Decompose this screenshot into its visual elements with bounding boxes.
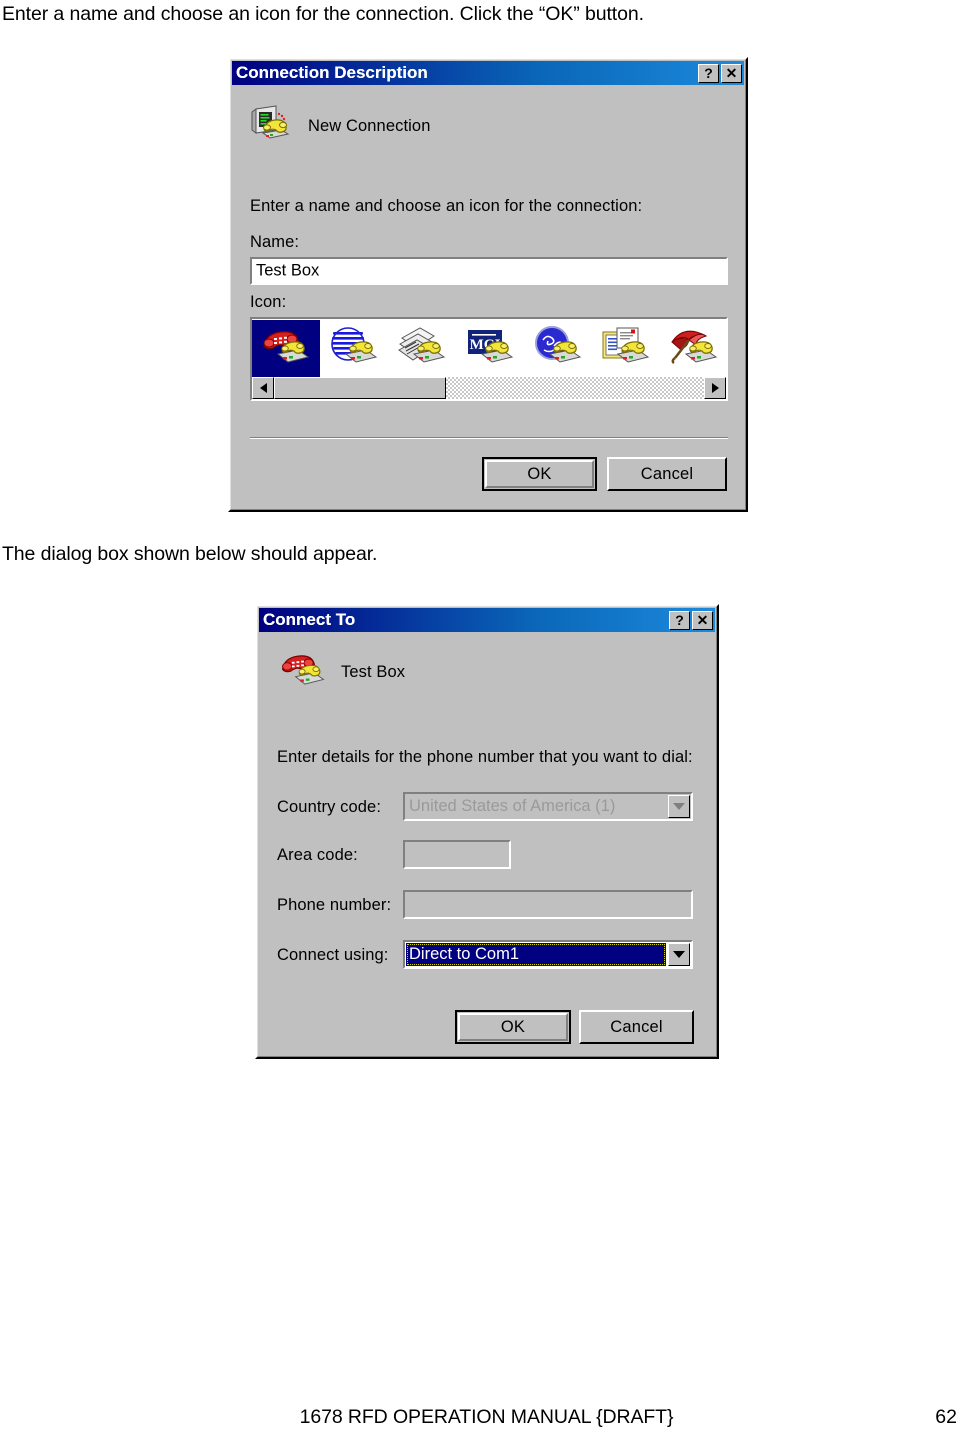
connect-using-combobox[interactable]: Direct to Com1 [403,940,693,969]
help-button[interactable]: ? [698,63,719,83]
icon-option-blue-striped-globe[interactable] [320,320,388,378]
icon-option-mci-logo[interactable]: MCI [456,320,524,378]
country-code-combobox[interactable]: United States of America (1) [403,792,693,821]
area-code-label: Area code: [277,846,358,864]
close-icon[interactable]: ✕ [721,63,742,83]
ok-button[interactable]: OK [482,457,597,491]
area-code-input[interactable] [403,840,511,869]
dialog-prompt: Enter details for the phone number that … [277,748,693,766]
titlebar: Connect To ? ✕ [259,608,715,632]
cancel-button[interactable]: Cancel [579,1010,694,1044]
instruction-text-1: Enter a name and choose an icon for the … [2,3,644,25]
chevron-down-icon[interactable] [668,795,690,818]
country-code-value: United States of America (1) [409,797,616,815]
name-field-label: Name: [250,233,300,251]
scroll-right-arrow-icon[interactable] [704,377,726,399]
titlebar-button-group: ? ✕ [669,610,713,630]
footer-page-number: 62 [935,1406,957,1428]
footer-title: 1678 RFD OPERATION MANUAL {DRAFT} [299,1406,674,1428]
titlebar-title: Connection Description [236,63,428,82]
connect-to-dialog: Connect To ? ✕ Test Box Enter details fo… [255,604,719,1059]
phone-number-input[interactable] [403,890,693,919]
icon-strip: MCI [252,319,726,379]
icon-listbox[interactable]: MCI [250,317,728,401]
name-input-value: Test Box [256,261,320,280]
arrow-down-glyph [673,803,685,810]
icon-option-ge-logo-globe[interactable] [524,320,592,378]
name-input[interactable]: Test Box [250,257,728,285]
arrow-left-glyph [259,383,267,393]
help-button[interactable]: ? [669,610,690,630]
icon-field-label: Icon: [250,293,287,311]
arrow-right-glyph [711,383,719,393]
connect-using-value: Direct to Com1 [406,943,666,966]
cancel-button-label: Cancel [610,1017,663,1036]
computer-phone-icon [250,103,296,149]
dialog-body: New Connection Enter a name and choose a… [232,85,744,508]
scrollbar-track[interactable] [274,377,704,399]
icon-option-fax-documents[interactable] [388,320,456,378]
instruction-text-2: The dialog box shown below should appear… [2,543,378,565]
ok-button-label: OK [500,1017,526,1036]
dialog-header-label: Test Box [341,662,406,681]
icon-list-horizontal-scrollbar[interactable] [252,377,726,399]
dialog-prompt: Enter a name and choose an icon for the … [250,197,643,215]
icon-option-red-telephone[interactable] [252,320,320,378]
icon-option-documents-stack[interactable] [592,320,660,378]
close-icon[interactable]: ✕ [692,610,713,630]
connection-description-dialog: Connection Description ? ✕ New Connectio… [228,57,748,512]
titlebar: Connection Description ? ✕ [232,61,744,85]
red-telephone-icon [277,648,329,696]
icon-option-red-umbrella[interactable] [660,320,726,378]
cancel-button-label: Cancel [640,464,694,483]
dialog-header: Test Box [277,648,405,696]
country-code-label: Country code: [277,798,382,816]
dialog-header-label: New Connection [308,116,431,135]
scroll-left-arrow-icon[interactable] [252,377,274,399]
dialog-body: Test Box Enter details for the phone num… [259,632,715,1055]
ok-button[interactable]: OK [455,1010,571,1044]
titlebar-button-group: ? ✕ [698,63,742,83]
arrow-down-glyph [673,951,685,958]
connect-using-label: Connect using: [277,946,389,964]
scrollbar-thumb[interactable] [274,377,446,399]
dialog-separator [250,437,728,439]
dialog-header: New Connection [250,103,430,149]
cancel-button[interactable]: Cancel [607,457,727,491]
chevron-down-icon[interactable] [668,943,690,966]
ok-button-label: OK [527,464,552,483]
page-footer: 1678 RFD OPERATION MANUAL {DRAFT} 62 [0,1406,973,1436]
titlebar-title: Connect To [263,610,356,629]
phone-number-label: Phone number: [277,896,392,914]
